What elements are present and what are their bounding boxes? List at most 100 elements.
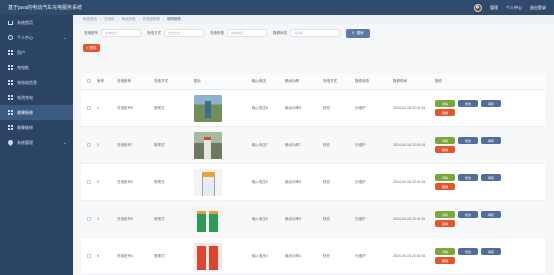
delete-button[interactable]: 删除	[435, 183, 455, 190]
row-output-power: 输出功率4	[285, 253, 301, 258]
row-checkbox[interactable]	[87, 254, 91, 258]
sidebar-item-system[interactable]: 系统管理 ⌄	[0, 135, 73, 150]
chevron-down-icon: ⌄	[62, 34, 67, 41]
profile-link[interactable]: 个人中心	[506, 5, 522, 11]
review-button[interactable]: 审核	[481, 137, 501, 144]
crumb-report[interactable]: 充电桩报修	[142, 17, 160, 22]
crumb-chargers[interactable]: 充电桩	[104, 17, 115, 22]
model-input[interactable]: 充电车型	[227, 29, 267, 37]
sidebar-item-profile[interactable]: 个人中心 ⌄	[0, 30, 73, 45]
crumb-battery[interactable]: 电池充电	[121, 17, 135, 22]
row-actions: 详情 修改 审核删除	[433, 100, 533, 116]
review-button[interactable]: 审核	[481, 174, 501, 181]
row-mode: 快充	[323, 253, 330, 258]
row-no: 3	[97, 180, 99, 184]
search-button[interactable]: ⚲ 搜索	[346, 28, 370, 38]
row-time: 2024-04-16 22:41:51	[393, 254, 426, 258]
row-no: 2	[97, 143, 99, 147]
detail-button[interactable]: 详情	[435, 174, 455, 181]
edit-button[interactable]: 修改	[458, 211, 478, 218]
row-checkbox[interactable]	[87, 106, 91, 110]
edit-button[interactable]: 修改	[458, 174, 478, 181]
grid-icon	[8, 50, 13, 55]
row-no: 4	[97, 217, 99, 221]
header-right: 管理 个人中心 退出登录	[474, 3, 546, 12]
user-link[interactable]: 管理	[490, 5, 498, 11]
close-icon: ×	[86, 46, 89, 50]
detail-button[interactable]: 详情	[435, 100, 455, 107]
charger-photo	[194, 242, 222, 270]
col-ops: 操作	[435, 78, 442, 83]
sidebar-item-repair[interactable]: 故障维修	[0, 120, 73, 135]
pin-icon	[6, 138, 15, 147]
edit-button[interactable]: 修改	[458, 137, 478, 144]
detail-button[interactable]: 详情	[435, 211, 455, 218]
row-type: 常规式	[154, 253, 165, 258]
row-status: 已维护	[355, 253, 366, 258]
sidebar-item-home[interactable]: 系统首页	[0, 15, 73, 30]
row-code: 充电桩号8	[117, 105, 133, 110]
logout-link[interactable]: 退出登录	[530, 5, 546, 11]
row-code: 充电桩号7	[117, 142, 133, 147]
system-title: 基于java的电动汽车充电服务系统	[8, 5, 83, 11]
detail-button[interactable]: 详情	[435, 248, 455, 255]
delete-button[interactable]: 删除	[435, 257, 455, 264]
avatar[interactable]	[474, 3, 482, 12]
row-type: 常规式	[154, 179, 165, 184]
detail-button[interactable]: 详情	[435, 137, 455, 144]
grid-icon	[8, 110, 13, 115]
crumb-home[interactable]: 系统首页	[83, 17, 97, 22]
charger-photo	[194, 94, 222, 122]
review-button[interactable]: 审核	[481, 100, 501, 107]
crumb-current: 故障维修	[166, 17, 181, 21]
charger-photo	[194, 168, 222, 196]
edit-button[interactable]: 修改	[458, 100, 478, 107]
main-content: 系统首页 / 充电桩 / 电池充电 / 充电桩报修 / 故障维修 充电桩号 充电桩号 充…	[73, 15, 554, 275]
user-circle-icon	[8, 35, 13, 40]
code-label: 充电桩号	[84, 30, 98, 35]
sidebar-item-fault-report[interactable]: 故障报修	[0, 105, 73, 120]
edit-button[interactable]: 修改	[458, 248, 478, 255]
type-input[interactable]: 充电方式	[164, 29, 204, 37]
row-output-power: 输出功率6	[285, 179, 301, 184]
delete-button[interactable]: 删除	[435, 146, 455, 153]
sidebar: 系统首页 个人中心 ⌄ 用户 充电桩 充电站信息 电池充电 故障报修 故障维修 系…	[0, 15, 73, 275]
row-code: 充电桩号4	[117, 253, 133, 258]
review-button[interactable]: 审核	[481, 248, 501, 255]
row-code: 充电桩号5	[117, 216, 133, 221]
row-checkbox[interactable]	[87, 143, 91, 147]
col-output-power: 输出功率	[285, 78, 299, 83]
review-button[interactable]: 审核	[481, 211, 501, 218]
delete-button[interactable]: 删除	[435, 109, 455, 116]
row-input-voltage: 输入电压8	[252, 105, 268, 110]
col-status: 报修状态	[355, 78, 369, 83]
row-type: 常规式	[154, 105, 165, 110]
sidebar-item-stations[interactable]: 充电站信息	[0, 75, 73, 90]
table-row: 5 充电桩号4 常规式 输入电压4 输出功率4 快充 已维护 2024-04-16 22:41…	[81, 238, 545, 275]
sidebar-item-users[interactable]: 用户	[0, 45, 73, 60]
batch-delete-button[interactable]: × 删除	[83, 44, 100, 52]
model-label: 充电车型	[210, 30, 224, 35]
chevron-down-icon: ⌄	[62, 139, 67, 146]
charger-photo	[194, 205, 222, 233]
code-input[interactable]: 充电桩号	[101, 29, 141, 37]
row-actions: 详情 修改 审核删除	[433, 211, 533, 227]
row-output-power: 输出功率8	[285, 105, 301, 110]
col-no: 序号	[97, 78, 104, 83]
breadcrumb: 系统首页 / 充电桩 / 电池充电 / 充电桩报修 / 故障维修	[73, 15, 554, 24]
sidebar-item-battery[interactable]: 电池充电	[0, 90, 73, 105]
row-input-voltage: 输入电压4	[252, 253, 268, 258]
sidebar-item-chargers[interactable]: 充电桩	[0, 60, 73, 75]
type-label: 充电方式	[147, 30, 161, 35]
col-image: 图片	[194, 78, 201, 83]
row-status: 已维护	[355, 216, 366, 221]
home-icon	[8, 21, 13, 25]
row-status: 已维护	[355, 105, 366, 110]
row-checkbox[interactable]	[87, 180, 91, 184]
delete-button[interactable]: 删除	[435, 220, 455, 227]
col-mode: 充电方式	[323, 78, 337, 83]
top-header: 基于java的电动汽车充电服务系统 管理 个人中心 退出登录	[0, 0, 554, 15]
select-all-checkbox[interactable]	[87, 79, 91, 83]
row-checkbox[interactable]	[87, 217, 91, 221]
status-select[interactable]: 请选择 ⌄	[290, 29, 340, 37]
